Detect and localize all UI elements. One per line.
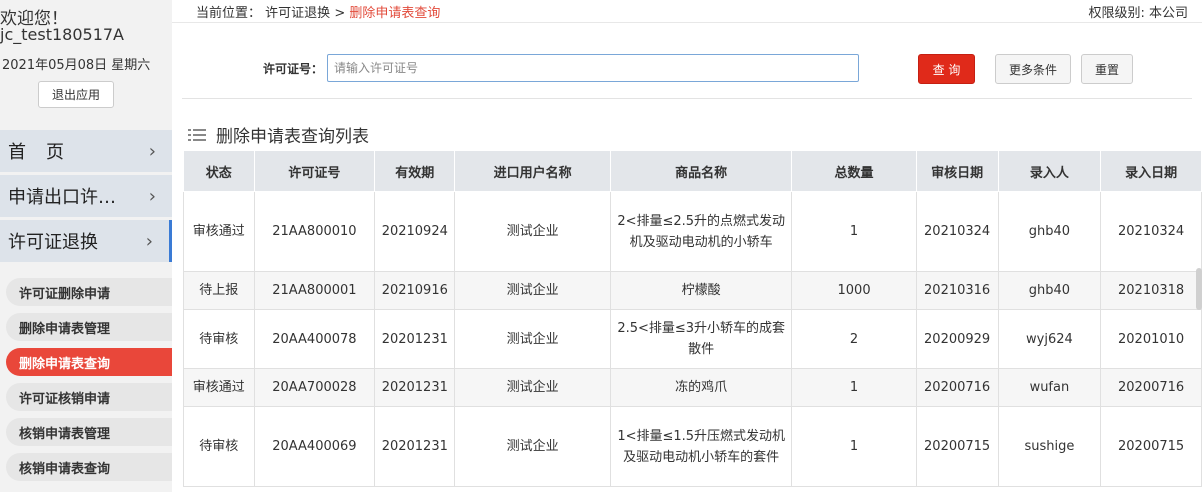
- chevron-right-icon: ›: [148, 186, 156, 207]
- cell-product: 2.5<排量≤3升小轿车的成套散件: [609, 309, 793, 369]
- col-review-date: 审核日期: [915, 150, 999, 192]
- nav-label: 许可证退换: [8, 232, 98, 253]
- col-product: 商品名称: [609, 150, 793, 192]
- sidebar-item-license-delete-apply[interactable]: 许可证删除申请: [6, 278, 172, 306]
- sidebar-item-license-writeoff-apply[interactable]: 许可证核销申请: [6, 383, 172, 411]
- breadcrumb-prefix: 当前位置：: [196, 6, 262, 21]
- list-icon: [188, 128, 206, 141]
- cell-entry-date: 20200715: [1100, 406, 1202, 487]
- breadcrumb-separator: >: [334, 6, 346, 21]
- logout-button[interactable]: 退出应用: [38, 81, 114, 108]
- col-importer: 进口用户名称: [454, 150, 611, 192]
- sidebar-item-writeoff-form-manage[interactable]: 核销申请表管理: [6, 418, 172, 446]
- col-quantity: 总数量: [791, 150, 917, 192]
- cell-importer: 测试企业: [454, 191, 611, 272]
- nav-label: 申请出口许…: [8, 187, 116, 208]
- permission-level: 权限级别: 本公司: [1088, 6, 1188, 21]
- cell-license-no: 20AA400069: [253, 406, 376, 487]
- nav-home[interactable]: 首页 ›: [0, 130, 172, 172]
- cell-status: 待审核: [183, 406, 255, 487]
- sidebar-item-delete-form-query[interactable]: 删除申请表查询: [6, 348, 172, 376]
- table-row[interactable]: 待上报 21AA800001 20210916 测试企业 柠檬酸 1000 20…: [183, 271, 1202, 310]
- breadcrumb: 当前位置： 许可证退换 > 删除申请表查询: [196, 2, 440, 21]
- cell-entry-date: 20200716: [1100, 368, 1202, 407]
- cell-review-date: 20210316: [915, 271, 999, 310]
- sidebar-item-delete-form-manage[interactable]: 删除申请表管理: [6, 313, 172, 341]
- search-panel: 许可证号： 查 询 更多条件 重置: [182, 30, 1192, 99]
- sidebar-item-writeoff-form-query[interactable]: 核销申请表查询: [6, 453, 172, 481]
- table-row[interactable]: 待审核 20AA400069 20201231 测试企业 1<排量≤1.5升压燃…: [183, 406, 1202, 487]
- cell-product: 柠檬酸: [609, 271, 793, 310]
- main-content: 当前位置： 许可证退换 > 删除申请表查询 权限级别: 本公司 许可证号： 查 …: [172, 0, 1202, 492]
- list-title-text: 删除申请表查询列表: [216, 127, 369, 147]
- cell-status: 待上报: [183, 271, 255, 310]
- cell-entry-date: 20210324: [1100, 191, 1202, 272]
- cell-entered-by: wyj624: [997, 309, 1102, 369]
- cell-validity: 20210916: [374, 271, 456, 310]
- cell-quantity: 1: [791, 191, 917, 272]
- cell-license-no: 21AA800001: [253, 271, 376, 310]
- cell-importer: 测试企业: [454, 271, 611, 310]
- cell-review-date: 20210324: [915, 191, 999, 272]
- col-license-no: 许可证号: [253, 150, 376, 192]
- cell-importer: 测试企业: [454, 368, 611, 407]
- cell-quantity: 2: [791, 309, 917, 369]
- chevron-right-icon: ›: [148, 141, 156, 162]
- cell-quantity: 1000: [791, 271, 917, 310]
- sidebar: 欢迎您！ jc_test180517A 2021年05月08日 星期六 退出应用…: [0, 0, 172, 492]
- reset-button[interactable]: 重置: [1081, 54, 1133, 84]
- cell-validity: 20210924: [374, 191, 456, 272]
- cell-validity: 20201231: [374, 309, 456, 369]
- username: jc_test180517A: [0, 25, 124, 44]
- cell-validity: 20201231: [374, 368, 456, 407]
- chevron-right-icon: ›: [145, 231, 153, 252]
- col-entered-by: 录入人: [997, 150, 1102, 192]
- cell-quantity: 1: [791, 406, 917, 487]
- current-date: 2021年05月08日 星期六: [2, 58, 151, 73]
- cell-review-date: 20200716: [915, 368, 999, 407]
- cell-entered-by: sushige: [997, 406, 1102, 487]
- table-row[interactable]: 审核通过 21AA800010 20210924 测试企业 2<排量≤2.5升的…: [183, 191, 1202, 272]
- cell-review-date: 20200715: [915, 406, 999, 487]
- table-row[interactable]: 待审核 20AA400078 20201231 测试企业 2.5<排量≤3升小轿…: [183, 309, 1202, 369]
- col-entry-date: 录入日期: [1100, 150, 1202, 192]
- license-number-label: 许可证号：: [263, 62, 324, 76]
- license-number-input[interactable]: [327, 54, 859, 82]
- vertical-scrollbar[interactable]: [1196, 268, 1202, 310]
- cell-product: 冻的鸡爪: [609, 368, 793, 407]
- cell-product: 2<排量≤2.5升的点燃式发动机及驱动电动机的小轿车: [609, 191, 793, 272]
- cell-entry-date: 20201010: [1100, 309, 1202, 369]
- cell-entered-by: ghb40: [997, 271, 1102, 310]
- query-button[interactable]: 查 询: [918, 54, 975, 84]
- cell-status: 审核通过: [183, 191, 255, 272]
- cell-entered-by: wufan: [997, 368, 1102, 407]
- cell-license-no: 20AA400078: [253, 309, 376, 369]
- cell-entry-date: 20210318: [1100, 271, 1202, 310]
- cell-license-no: 21AA800010: [253, 191, 376, 272]
- cell-entered-by: ghb40: [997, 191, 1102, 272]
- cell-status: 待审核: [183, 309, 255, 369]
- list-title: 删除申请表查询列表: [188, 122, 369, 147]
- breadcrumb-parent[interactable]: 许可证退换: [265, 6, 330, 21]
- top-bar: 当前位置： 许可证退换 > 删除申请表查询 权限级别: 本公司: [172, 0, 1202, 23]
- nav-license-return[interactable]: 许可证退换 ›: [0, 220, 172, 262]
- more-conditions-button[interactable]: 更多条件: [995, 54, 1071, 84]
- cell-quantity: 1: [791, 368, 917, 407]
- nav-export-license[interactable]: 申请出口许… ›: [0, 175, 172, 217]
- table-header-row: 状态 许可证号 有效期 进口用户名称 商品名称 总数量 审核日期 录入人 录入日…: [183, 150, 1202, 192]
- nav-label: 首页: [8, 142, 84, 163]
- col-validity: 有效期: [374, 150, 456, 192]
- cell-importer: 测试企业: [454, 309, 611, 369]
- table-row[interactable]: 审核通过 20AA700028 20201231 测试企业 冻的鸡爪 1 202…: [183, 368, 1202, 407]
- cell-importer: 测试企业: [454, 406, 611, 487]
- breadcrumb-current: 删除申请表查询: [349, 6, 441, 21]
- cell-product: 1<排量≤1.5升压燃式发动机及驱动电动机小轿车的套件: [609, 406, 793, 487]
- cell-review-date: 20200929: [915, 309, 999, 369]
- cell-license-no: 20AA700028: [253, 368, 376, 407]
- col-status: 状态: [183, 150, 255, 192]
- results-table: 状态 许可证号 有效期 进口用户名称 商品名称 总数量 审核日期 录入人 录入日…: [183, 150, 1202, 487]
- cell-status: 审核通过: [183, 368, 255, 407]
- cell-validity: 20201231: [374, 406, 456, 487]
